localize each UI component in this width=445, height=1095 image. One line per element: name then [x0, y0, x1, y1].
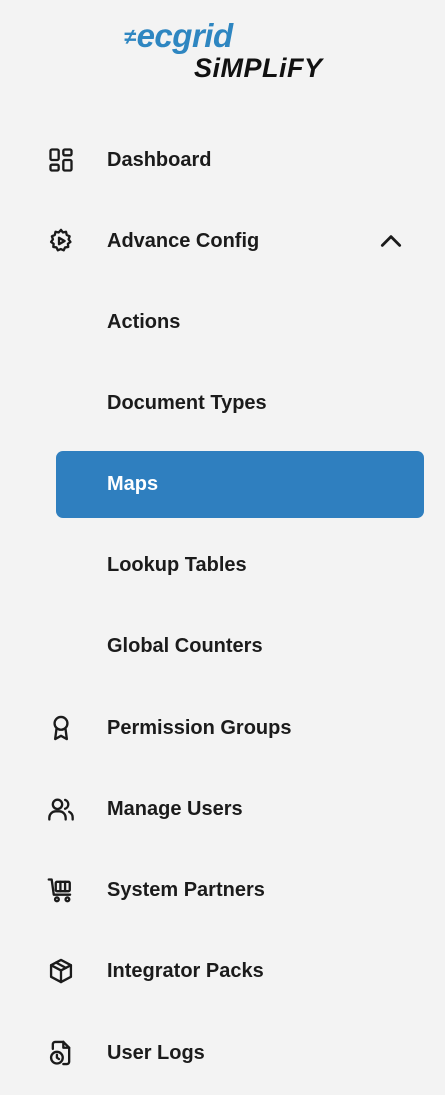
nav-label-manage-users: Manage Users	[107, 797, 243, 820]
box-icon	[46, 956, 76, 986]
logo-wordmark-bottom: SiMPLiFY	[194, 53, 323, 83]
award-ribbon-icon	[46, 713, 76, 743]
nav-label-global-counters: Global Counters	[107, 634, 263, 657]
nav-label-document-types: Document Types	[107, 391, 267, 414]
chevron-up-icon[interactable]	[378, 228, 404, 254]
nav-item-system-partners[interactable]: System Partners	[47, 857, 424, 923]
dashboard-grid-icon	[46, 145, 76, 175]
nav-item-permission-groups[interactable]: Permission Groups	[53, 695, 424, 761]
nav-subitem-maps[interactable]: Maps	[56, 451, 424, 518]
nav-label-user-logs: User Logs	[107, 1041, 205, 1064]
logo-mark: ≠	[124, 24, 136, 49]
gear-icon	[46, 226, 76, 256]
nav-item-dashboard[interactable]: Dashboard	[49, 127, 424, 193]
nav-item-user-logs[interactable]: User Logs	[49, 1020, 424, 1086]
logo-text-top: ecgrid	[136, 17, 234, 54]
nav-label-integrator-packs: Integrator Packs	[107, 959, 264, 982]
nav-label-maps: Maps	[107, 473, 159, 495]
brand-logo: ≠ecgrid SiMPLiFY	[124, 18, 334, 88]
nav-subitem-lookup-tables[interactable]: Lookup Tables	[56, 532, 424, 598]
users-icon	[46, 794, 76, 824]
nav-item-integrator-packs[interactable]: Integrator Packs	[49, 938, 424, 1004]
nav-label-permission-groups: Permission Groups	[107, 716, 292, 739]
nav-label-system-partners: System Partners	[107, 878, 265, 901]
nav-label-advance-config: Advance Config	[107, 229, 260, 252]
nav-subitem-document-types[interactable]: Document Types	[56, 370, 424, 436]
cart-icon	[46, 875, 76, 905]
nav-label-actions: Actions	[107, 310, 181, 333]
nav-subitem-actions[interactable]: Actions	[56, 289, 424, 355]
nav-label-lookup-tables: Lookup Tables	[107, 553, 247, 576]
log-file-icon	[46, 1038, 76, 1068]
nav-item-advance-config[interactable]: Advance Config	[49, 208, 424, 274]
nav-subitem-global-counters[interactable]: Global Counters	[56, 613, 424, 679]
nav-label-dashboard: Dashboard	[107, 148, 212, 171]
nav-item-manage-users[interactable]: Manage Users	[48, 776, 424, 842]
